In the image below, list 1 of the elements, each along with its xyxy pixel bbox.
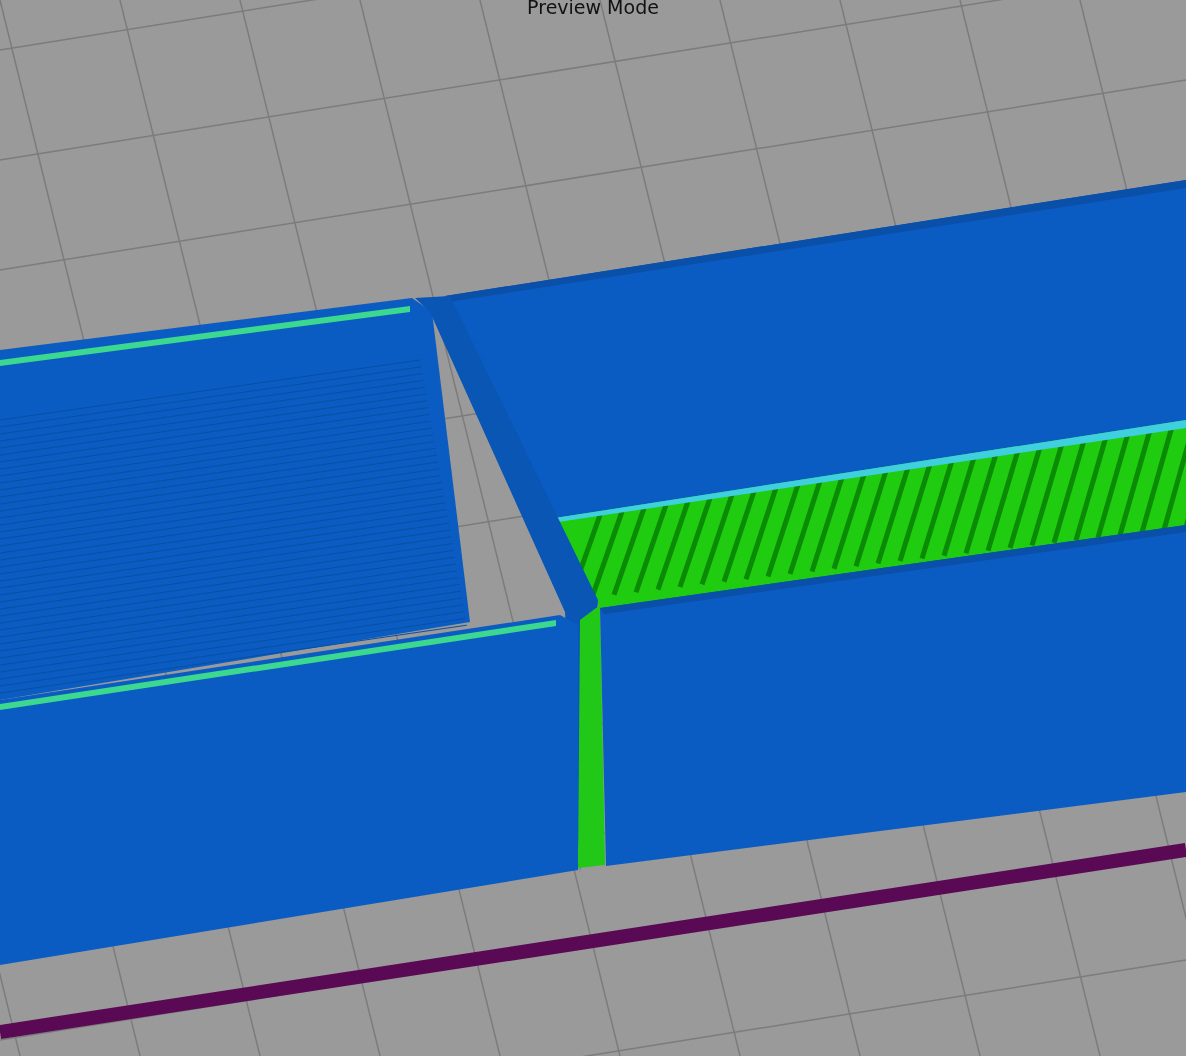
mode-title: Preview Mode	[527, 0, 659, 18]
